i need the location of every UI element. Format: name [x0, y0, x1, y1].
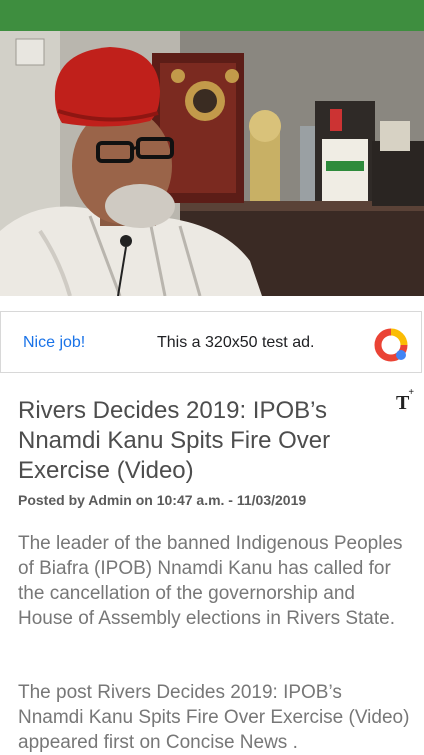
article-title: Rivers Decides 2019: IPOB’s Nnamdi Kanu …	[18, 397, 331, 484]
photo-of-man-in-red-cap	[0, 31, 424, 296]
ad-banner[interactable]: Nice job! This a 320x50 test ad.	[0, 311, 422, 373]
article-paragraph: The leader of the banned Indigenous Peop…	[18, 533, 403, 629]
ad-cta-link[interactable]: Nice job!	[23, 334, 85, 352]
article-hero-image	[0, 31, 424, 296]
ad-text: This a 320x50 test ad.	[157, 334, 315, 351]
ads-logo-icon	[373, 328, 409, 367]
article-paragraph: The post Rivers Decides 2019: IPOB’s Nna…	[18, 682, 410, 753]
app-bar	[0, 0, 424, 31]
article-meta: Posted by Admin on 10:47 a.m. - 11/03/20…	[18, 492, 307, 508]
font-size-button[interactable]: T+	[396, 387, 418, 418]
